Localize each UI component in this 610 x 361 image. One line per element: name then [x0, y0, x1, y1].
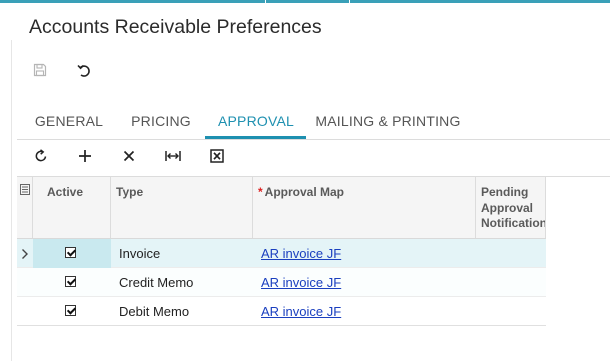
delete-row-button[interactable]: [116, 146, 142, 170]
approval-map-link[interactable]: AR invoice JF: [261, 239, 341, 268]
active-tab-indicator: [205, 136, 306, 139]
approval-map-link[interactable]: AR invoice JF: [261, 297, 341, 326]
page-title: Accounts Receivable Preferences: [29, 16, 322, 38]
approval-map-link[interactable]: AR invoice JF: [261, 268, 341, 297]
active-checkbox[interactable]: [65, 276, 76, 287]
active-cell: [33, 297, 111, 326]
column-header-approval-map[interactable]: * Approval Map: [253, 177, 476, 238]
refresh-button[interactable]: [28, 146, 54, 170]
save-button[interactable]: [28, 60, 52, 84]
undo-button[interactable]: [72, 60, 96, 84]
add-row-button[interactable]: [72, 146, 98, 170]
grid-toolbar: [17, 141, 610, 176]
active-checkbox[interactable]: [65, 305, 76, 316]
column-header-pending-approval[interactable]: Pending Approval Notification: [476, 177, 546, 238]
column-settings-icon: [20, 184, 30, 198]
required-marker: *: [258, 185, 263, 199]
column-label-type: Type: [116, 185, 144, 199]
current-row-arrow-icon: [21, 247, 31, 259]
tab-bar: GENERAL PRICING APPROVAL MAILING & PRINT…: [17, 104, 610, 140]
tab-pricing[interactable]: PRICING: [121, 104, 201, 138]
export-excel-button[interactable]: [204, 146, 230, 170]
type-cell: Debit Memo: [119, 304, 190, 319]
left-panel-divider: [11, 40, 12, 361]
column-label-active: Active: [47, 185, 84, 199]
type-cell: Invoice: [119, 246, 161, 261]
active-cell: [33, 268, 111, 297]
active-cell: [33, 239, 111, 268]
tab-bar-divider: [17, 139, 610, 140]
fit-columns-icon: [164, 148, 182, 169]
column-header-type[interactable]: Type: [111, 177, 253, 238]
fit-columns-button[interactable]: [160, 146, 186, 170]
grid-header: Active Type * Approval Map Pending Approv…: [17, 177, 546, 239]
add-icon: [77, 148, 93, 169]
table-row[interactable]: Debit Memo AR invoice JF: [17, 297, 546, 326]
type-cell: Credit Memo: [119, 275, 194, 290]
tab-general[interactable]: GENERAL: [25, 104, 113, 138]
delete-icon: [121, 148, 137, 169]
column-header-active[interactable]: Active: [33, 177, 111, 238]
refresh-icon: [33, 148, 49, 169]
table-row[interactable]: Invoice AR invoice JF: [17, 239, 546, 268]
column-label-pending-approval: Pending Approval Notification: [481, 185, 545, 230]
tab-approval[interactable]: APPROVAL: [207, 104, 305, 138]
top-progress-strip: [0, 0, 610, 3]
tab-mailing-printing[interactable]: MAILING & PRINTING: [315, 104, 461, 138]
undo-icon: [75, 61, 93, 84]
export-excel-icon: [209, 148, 225, 169]
grid-bottom-border: [17, 325, 546, 326]
active-checkbox[interactable]: [65, 247, 76, 258]
table-row[interactable]: Credit Memo AR invoice JF: [17, 268, 546, 297]
row-selector-header[interactable]: [17, 177, 33, 238]
column-label-approval-map: Approval Map: [264, 185, 345, 199]
save-icon: [32, 62, 48, 83]
